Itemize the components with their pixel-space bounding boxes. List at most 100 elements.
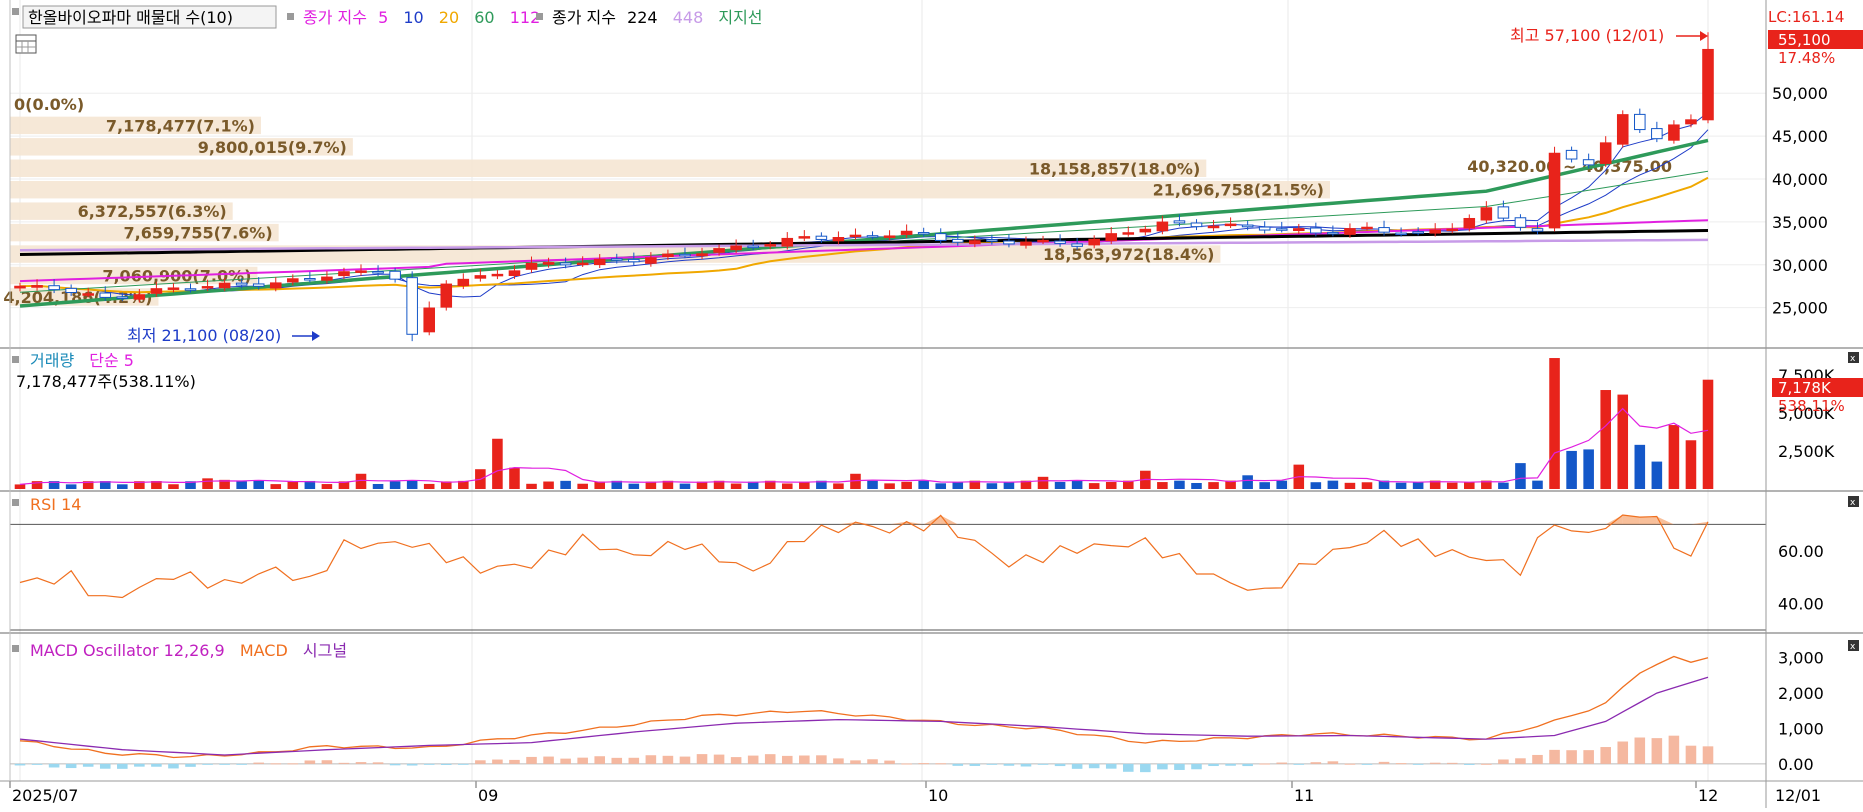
macd-oscillator-bar[interactable] [475, 760, 486, 764]
candle-body[interactable] [1173, 220, 1186, 224]
candle-body[interactable] [1241, 224, 1254, 228]
candle-body[interactable] [815, 235, 828, 240]
volume-bar[interactable] [65, 484, 77, 489]
macd-oscillator-bar[interactable] [1259, 763, 1270, 765]
candle-body[interactable] [1037, 239, 1049, 243]
candle-body[interactable] [1156, 221, 1169, 232]
macd-oscillator-bar[interactable] [935, 763, 947, 765]
volume-bar[interactable] [14, 484, 26, 489]
candle-body[interactable] [1122, 232, 1135, 235]
volume-bar[interactable] [355, 473, 367, 489]
candle-body[interactable] [730, 245, 742, 251]
candle-body[interactable] [542, 262, 555, 265]
macd-oscillator-bar[interactable] [799, 755, 810, 764]
volume-bar[interactable] [1464, 482, 1475, 489]
macd-oscillator-bar[interactable] [560, 758, 571, 764]
volume-bar[interactable] [1566, 450, 1577, 489]
macd-oscillator-bar[interactable] [1617, 741, 1629, 764]
macd-oscillator-bar[interactable] [1412, 763, 1424, 765]
candle-body[interactable] [167, 287, 180, 290]
volume-bar[interactable] [1088, 483, 1100, 489]
macd-oscillator-bar[interactable] [253, 762, 264, 764]
candle-body[interactable] [457, 278, 470, 287]
candle-body[interactable] [798, 236, 811, 239]
macd-oscillator-bar[interactable] [423, 763, 435, 765]
volume-bar[interactable] [1310, 482, 1322, 489]
volume-bar[interactable] [1191, 482, 1202, 489]
volume-bar[interactable] [492, 438, 503, 489]
calendar-icon[interactable] [15, 34, 37, 54]
ma-legend-2[interactable]: 종가 지수 224 448 지지선 [552, 8, 763, 27]
candle-body[interactable] [645, 257, 657, 264]
volume-bar[interactable] [1498, 482, 1509, 489]
macd-oscillator-bar[interactable] [1225, 763, 1236, 766]
macd-oscillator-bar[interactable] [1208, 763, 1219, 767]
candle-body[interactable] [1105, 233, 1118, 242]
macd-oscillator-bar[interactable] [1583, 750, 1594, 764]
macd-oscillator-bar[interactable] [1293, 763, 1305, 765]
volume-bar[interactable] [901, 481, 912, 489]
candle-body[interactable] [82, 293, 94, 296]
candle-body[interactable] [1310, 227, 1322, 234]
candle-body[interactable] [1565, 149, 1578, 160]
macd-oscillator-bar[interactable] [304, 760, 316, 764]
candle-body[interactable] [269, 282, 282, 289]
macd-oscillator-bar[interactable] [1310, 762, 1322, 764]
macd-oscillator-bar[interactable] [679, 756, 691, 764]
volume-bar[interactable] [526, 483, 537, 489]
macd-oscillator-bar[interactable] [1481, 763, 1492, 765]
volume-bar[interactable] [1327, 480, 1339, 489]
macd-oscillator-bar[interactable] [492, 759, 503, 764]
macd-oscillator-bar[interactable] [1361, 763, 1373, 765]
macd-oscillator-bar[interactable] [764, 754, 776, 764]
macd-oscillator-bar[interactable] [1088, 763, 1100, 769]
volume-bar[interactable] [918, 480, 929, 489]
macd-oscillator-bar[interactable] [1378, 761, 1390, 764]
macd-oscillator-bar[interactable] [884, 760, 895, 764]
macd-oscillator-bar[interactable] [577, 757, 588, 764]
macd-oscillator-bar[interactable] [1071, 763, 1083, 769]
candle-body[interactable] [849, 234, 862, 238]
macd-oscillator-bar[interactable] [321, 760, 333, 764]
volume-bar[interactable] [935, 483, 947, 489]
candle-body[interactable] [133, 294, 146, 300]
candle-body[interactable] [321, 276, 333, 281]
volume-bar[interactable] [1634, 444, 1646, 489]
macd-oscillator-bar[interactable] [952, 763, 964, 766]
macd-oscillator-bar[interactable] [338, 762, 350, 764]
macd-oscillator-bar[interactable] [372, 762, 384, 764]
candle-body[interactable] [508, 270, 521, 277]
candle-body[interactable] [1361, 226, 1373, 230]
volume-bar[interactable] [509, 467, 520, 489]
volume-bar[interactable] [833, 483, 844, 489]
candle-body[interactable] [576, 262, 589, 266]
volume-bar[interactable] [1600, 390, 1611, 489]
macd-oscillator-bar[interactable] [816, 755, 827, 764]
macd-oscillator-bar[interactable] [1702, 746, 1714, 764]
volume-bar[interactable] [1583, 449, 1594, 489]
macd-oscillator-bar[interactable] [1651, 738, 1663, 764]
volume-bar[interactable] [1446, 482, 1458, 489]
macd-oscillator-bar[interactable] [1515, 758, 1526, 764]
volume-bar[interactable] [117, 484, 128, 489]
volume-bar[interactable] [577, 483, 588, 489]
candle-body[interactable] [1344, 228, 1356, 235]
candle-body[interactable] [1446, 228, 1459, 232]
candle-body[interactable] [372, 271, 384, 274]
macd-oscillator-bar[interactable] [31, 763, 43, 765]
macd-oscillator-bar[interactable] [1668, 735, 1680, 764]
macd-oscillator-bar[interactable] [833, 758, 844, 764]
volume-bar[interactable] [730, 483, 742, 489]
candle-body[interactable] [1599, 142, 1612, 164]
candle-body[interactable] [440, 283, 453, 308]
volume-bar[interactable] [389, 481, 401, 489]
candle-body[interactable] [1395, 232, 1407, 236]
candle-body[interactable] [1327, 231, 1339, 235]
candle-body[interactable] [747, 245, 759, 249]
candle-body[interactable] [1651, 128, 1663, 140]
volume-bar[interactable] [781, 483, 793, 489]
macd-oscillator-bar[interactable] [1464, 763, 1475, 765]
volume-bar[interactable] [1668, 425, 1680, 489]
candle-body[interactable] [1531, 228, 1544, 232]
macd-oscillator-bar[interactable] [509, 759, 520, 764]
